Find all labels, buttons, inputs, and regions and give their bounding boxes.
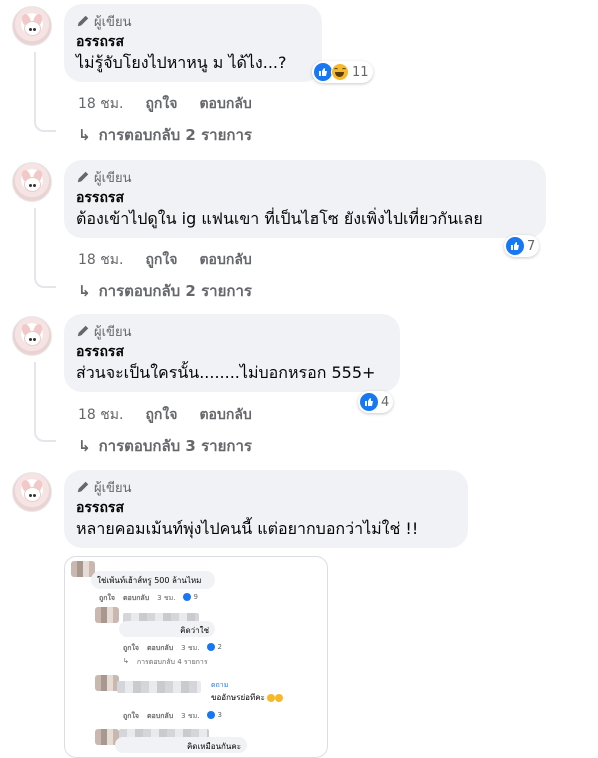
embedded-comment-text: ขออักษรย่อทีคะ — [211, 693, 265, 702]
author-badge: ผู้เขียน — [76, 168, 534, 186]
thread-line — [34, 362, 36, 428]
comment-author[interactable]: อรรถรส — [76, 32, 310, 52]
like-icon — [506, 237, 524, 255]
comment-text: หลายคอมเม้นท์พุ่งไปคนนี้ แต่อยากบอกว่าไม… — [76, 519, 419, 538]
reaction-summary[interactable]: 11 — [312, 61, 373, 83]
thread-curve — [34, 428, 56, 442]
like-icon — [314, 63, 332, 81]
like-button[interactable]: ถูกใจ — [145, 93, 177, 115]
reply-button[interactable]: ตอบกลับ — [199, 93, 251, 115]
comment-author[interactable]: อรรถรส — [76, 188, 534, 208]
comment-text: ส่วนจะเป็นใครนั้น........ไม่บอกหรอก 555+ — [76, 363, 376, 382]
author-badge-label: ผู้เขียน — [94, 170, 132, 186]
embedded-actions: ถูกใจ ตอบกลับ 3 ชม. 3 — [123, 711, 222, 720]
haha-icon — [331, 63, 349, 81]
replies-label: การตอบกลับ 2 รายการ — [98, 126, 252, 144]
author-badge-label: ผู้เขียน — [94, 14, 132, 30]
reaction-summary[interactable]: 4 — [358, 391, 394, 413]
embedded-actions: ถูกใจ ตอบกลับ 3 ชม. 2 — [123, 643, 222, 652]
like-icon — [207, 643, 216, 651]
comment-time[interactable]: 18 ชม. — [78, 249, 123, 271]
comment-time[interactable]: 18 ชม. — [78, 93, 123, 115]
comment-text: ไม่รู้จับโยงไปหาหนู ม ได้ไง...? — [76, 53, 287, 72]
attached-screenshot[interactable]: ใช่เพ้นท์เฮ้าส์หรู 500 ล้านไหม ถูกใจ ตอบก… — [64, 556, 328, 758]
embedded-comment-bubble: คิดเหมือนกันคะ — [115, 737, 247, 753]
avatar[interactable] — [12, 472, 52, 512]
reply-arrow-icon: ↳ — [78, 437, 91, 455]
embedded-actions: ถูกใจ ตอบกลับ 3 ชม. 9 — [99, 593, 198, 602]
embedded-comment-text: คิดเหมือนกันคะ — [186, 742, 241, 751]
embedded-replies: ↳ การตอบกลับ 4 รายการ — [123, 657, 208, 666]
comment-time[interactable]: 18 ชม. — [78, 404, 123, 426]
avatar[interactable] — [12, 6, 52, 46]
comment-actions: 18 ชม. ถูกใจ ตอบกลับ — [78, 93, 252, 115]
comment-author[interactable]: อรรถรส — [76, 498, 456, 518]
reaction-count: 4 — [381, 394, 390, 410]
reaction-summary[interactable]: 7 — [504, 235, 540, 257]
like-button[interactable]: ถูกใจ — [145, 249, 177, 271]
avatar[interactable] — [12, 162, 52, 202]
author-badge-label: ผู้เขียน — [94, 480, 132, 496]
like-button[interactable]: ถูกใจ — [145, 404, 177, 426]
replies-label: การตอบกลับ 2 รายการ — [98, 282, 252, 300]
author-badge: ผู้เขียน — [76, 12, 310, 30]
embedded-comment-bubble: ดถาม ขออักษรย่อทีคะ — [113, 677, 293, 707]
pencil-icon — [77, 325, 89, 337]
embedded-comment-text: คิดว่าใช่ — [180, 626, 209, 635]
author-badge: ผู้เขียน — [76, 322, 388, 340]
embedded-comment-text: ใช่เพ้นท์เฮ้าส์หรู 500 ล้านไหม — [97, 576, 202, 585]
comment-actions: 18 ชม. ถูกใจ ตอบกลับ — [78, 404, 252, 426]
reaction-count: 7 — [527, 238, 536, 254]
pencil-icon — [77, 171, 89, 183]
like-icon — [207, 711, 216, 719]
author-badge: ผู้เขียน — [76, 478, 456, 496]
view-replies-button[interactable]: ↳ การตอบกลับ 2 รายการ — [78, 279, 252, 303]
view-replies-button[interactable]: ↳ การตอบกลับ 3 รายการ — [78, 434, 252, 458]
comment-bubble: ผู้เขียน อรรถรส ไม่รู้จับโยงไปหาหนู ม ได… — [64, 4, 322, 82]
reaction-count: 11 — [352, 64, 369, 80]
embedded-author: ดถาม — [211, 681, 229, 689]
thread-line — [34, 208, 36, 274]
author-badge-label: ผู้เขียน — [94, 324, 132, 340]
comment-author[interactable]: อรรถรส — [76, 342, 388, 362]
like-icon — [183, 593, 192, 601]
comment-actions: 18 ชม. ถูกใจ ตอบกลับ — [78, 249, 252, 271]
reply-button[interactable]: ตอบกลับ — [199, 404, 251, 426]
reply-arrow-icon: ↳ — [78, 126, 91, 144]
pencil-icon — [77, 481, 89, 493]
pencil-icon — [77, 15, 89, 27]
reply-arrow-icon: ↳ — [78, 282, 91, 300]
avatar[interactable] — [12, 316, 52, 356]
embedded-comment-bubble: คิดว่าใช่ — [119, 621, 215, 637]
comment-bubble: ผู้เขียน อรรถรส หลายคอมเม้นท์พุ่งไปคนนี้… — [64, 470, 468, 548]
blurred-avatar — [95, 607, 119, 623]
replies-label: การตอบกลับ 3 รายการ — [98, 437, 252, 455]
like-icon — [360, 393, 378, 411]
view-replies-button[interactable]: ↳ การตอบกลับ 2 รายการ — [78, 123, 252, 147]
thread-curve — [34, 274, 56, 288]
thread-line — [34, 52, 36, 118]
embedded-comment-bubble: ใช่เพ้นท์เฮ้าส์หรู 500 ล้านไหม — [91, 571, 215, 589]
comment-bubble: ผู้เขียน อรรถรส ส่วนจะเป็นใครนั้น.......… — [64, 314, 400, 392]
comment-bubble: ผู้เขียน อรรถรส ต้องเข้าไปดูใน ig แฟนเขา… — [64, 160, 546, 238]
thread-curve — [34, 118, 56, 132]
reply-button[interactable]: ตอบกลับ — [199, 249, 251, 271]
comment-text: ต้องเข้าไปดูใน ig แฟนเขา ที่เป็นไฮโซ ยัง… — [76, 209, 483, 228]
